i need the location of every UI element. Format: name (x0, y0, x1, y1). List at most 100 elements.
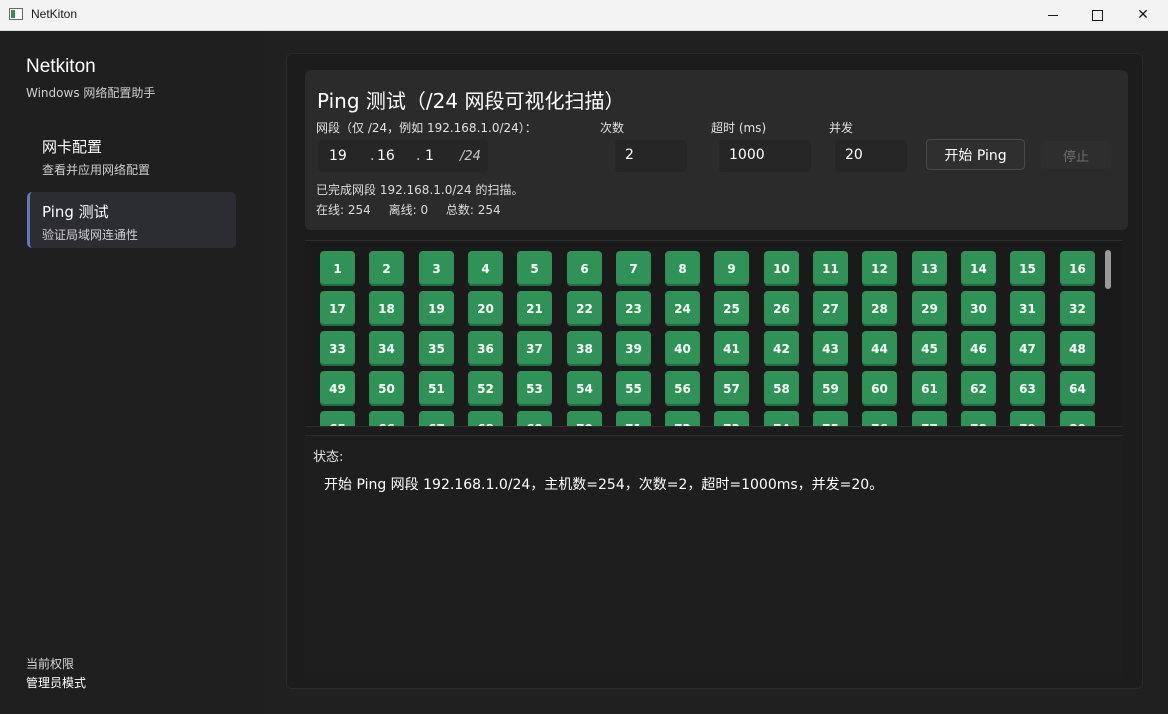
concurrency-value: 20 (845, 147, 863, 163)
host-cell-58[interactable]: 58 (764, 371, 799, 406)
host-cell-50[interactable]: 50 (369, 371, 404, 406)
ip-octet-1[interactable]: 19 (329, 148, 347, 164)
host-cell-17[interactable]: 17 (320, 291, 355, 326)
maximize-button[interactable] (1074, 0, 1120, 30)
host-cell-56[interactable]: 56 (665, 371, 700, 406)
host-cell-67[interactable]: 67 (419, 411, 454, 426)
host-cell-78[interactable]: 78 (961, 411, 996, 426)
count-input[interactable]: 2 (615, 140, 687, 172)
host-cell-20[interactable]: 20 (468, 291, 503, 326)
sidebar-item-nic-config[interactable]: 网卡配置 查看并应用网络配置 (27, 127, 236, 183)
host-cell-23[interactable]: 23 (616, 291, 651, 326)
host-cell-47[interactable]: 47 (1010, 331, 1045, 366)
stop-button[interactable]: 停止 (1041, 141, 1111, 169)
host-cell-66[interactable]: 66 (369, 411, 404, 426)
host-cell-30[interactable]: 30 (961, 291, 996, 326)
host-cell-18[interactable]: 18 (369, 291, 404, 326)
host-cell-6[interactable]: 6 (567, 251, 602, 286)
ip-address-input[interactable]: 19 . 16 . 1 /24 (318, 140, 488, 172)
host-cell-38[interactable]: 38 (567, 331, 602, 366)
host-cell-31[interactable]: 31 (1010, 291, 1045, 326)
host-cell-72[interactable]: 72 (665, 411, 700, 426)
host-cell-13[interactable]: 13 (912, 251, 947, 286)
host-cell-10[interactable]: 10 (764, 251, 799, 286)
host-cell-8[interactable]: 8 (665, 251, 700, 286)
host-cell-74[interactable]: 74 (764, 411, 799, 426)
minimize-button[interactable] (1030, 0, 1076, 30)
host-cell-76[interactable]: 76 (862, 411, 897, 426)
host-cell-44[interactable]: 44 (862, 331, 897, 366)
host-cell-73[interactable]: 73 (714, 411, 749, 426)
start-ping-button[interactable]: 开始 Ping (926, 139, 1025, 170)
close-button[interactable]: ✕ (1120, 0, 1166, 30)
timeout-label: 超时 (ms) (711, 121, 767, 135)
host-cell-55[interactable]: 55 (616, 371, 651, 406)
host-cell-4[interactable]: 4 (468, 251, 503, 286)
host-cell-39[interactable]: 39 (616, 331, 651, 366)
host-cell-54[interactable]: 54 (567, 371, 602, 406)
host-cell-2[interactable]: 2 (369, 251, 404, 286)
host-cell-75[interactable]: 75 (813, 411, 848, 426)
host-cell-9[interactable]: 9 (714, 251, 749, 286)
host-cell-12[interactable]: 12 (862, 251, 897, 286)
host-cell-57[interactable]: 57 (714, 371, 749, 406)
ip-octet-2[interactable]: 16 (377, 148, 395, 164)
online-count: 在线: 254 (316, 203, 371, 217)
host-cell-14[interactable]: 14 (961, 251, 996, 286)
host-cell-19[interactable]: 19 (419, 291, 454, 326)
host-cell-77[interactable]: 77 (912, 411, 947, 426)
concurrency-input[interactable]: 20 (835, 140, 907, 172)
host-cell-40[interactable]: 40 (665, 331, 700, 366)
host-cell-45[interactable]: 45 (912, 331, 947, 366)
host-cell-49[interactable]: 49 (320, 371, 355, 406)
host-cell-64[interactable]: 64 (1060, 371, 1095, 406)
host-cell-51[interactable]: 51 (419, 371, 454, 406)
host-cell-80[interactable]: 80 (1060, 411, 1095, 426)
host-cell-32[interactable]: 32 (1060, 291, 1095, 326)
host-cell-68[interactable]: 68 (468, 411, 503, 426)
host-cell-70[interactable]: 70 (567, 411, 602, 426)
host-cell-26[interactable]: 26 (764, 291, 799, 326)
host-cell-41[interactable]: 41 (714, 331, 749, 366)
host-cell-3[interactable]: 3 (419, 251, 454, 286)
host-cell-36[interactable]: 36 (468, 331, 503, 366)
host-cell-35[interactable]: 35 (419, 331, 454, 366)
host-cell-37[interactable]: 37 (517, 331, 552, 366)
host-cell-21[interactable]: 21 (517, 291, 552, 326)
timeout-input[interactable]: 1000 (719, 140, 811, 172)
host-cell-71[interactable]: 71 (616, 411, 651, 426)
host-cell-16[interactable]: 16 (1060, 251, 1095, 286)
host-cell-60[interactable]: 60 (862, 371, 897, 406)
host-cell-28[interactable]: 28 (862, 291, 897, 326)
host-cell-34[interactable]: 34 (369, 331, 404, 366)
host-cell-48[interactable]: 48 (1060, 331, 1095, 366)
host-cell-24[interactable]: 24 (665, 291, 700, 326)
host-cell-27[interactable]: 27 (813, 291, 848, 326)
host-cell-15[interactable]: 15 (1010, 251, 1045, 286)
host-cell-65[interactable]: 65 (320, 411, 355, 426)
host-cell-52[interactable]: 52 (468, 371, 503, 406)
host-cell-42[interactable]: 42 (764, 331, 799, 366)
scrollbar-thumb[interactable] (1105, 250, 1111, 289)
host-cell-11[interactable]: 11 (813, 251, 848, 286)
ip-octet-3[interactable]: 1 (425, 148, 434, 164)
host-cell-5[interactable]: 5 (517, 251, 552, 286)
app-window: NetKiton ✕ Netkiton Windows 网络配置助手 网卡配置 … (0, 0, 1168, 714)
sidebar-item-ping-test[interactable]: Ping 测试 验证局域网连通性 (27, 192, 236, 248)
host-cell-46[interactable]: 46 (961, 331, 996, 366)
host-cell-1[interactable]: 1 (320, 251, 355, 286)
host-cell-22[interactable]: 22 (567, 291, 602, 326)
host-cell-69[interactable]: 69 (517, 411, 552, 426)
host-cell-7[interactable]: 7 (616, 251, 651, 286)
host-cell-29[interactable]: 29 (912, 291, 947, 326)
host-grid[interactable]: 1 2 3 4 5 6 7 8 9 10 11 12 13 14 15 16 17 18 19 20 21 22 23 24 2… (305, 240, 1123, 427)
host-cell-33[interactable]: 33 (320, 331, 355, 366)
host-cell-53[interactable]: 53 (517, 371, 552, 406)
host-cell-43[interactable]: 43 (813, 331, 848, 366)
host-cell-25[interactable]: 25 (714, 291, 749, 326)
host-cell-63[interactable]: 63 (1010, 371, 1045, 406)
host-cell-59[interactable]: 59 (813, 371, 848, 406)
host-cell-79[interactable]: 79 (1010, 411, 1045, 426)
host-cell-61[interactable]: 61 (912, 371, 947, 406)
host-cell-62[interactable]: 62 (961, 371, 996, 406)
